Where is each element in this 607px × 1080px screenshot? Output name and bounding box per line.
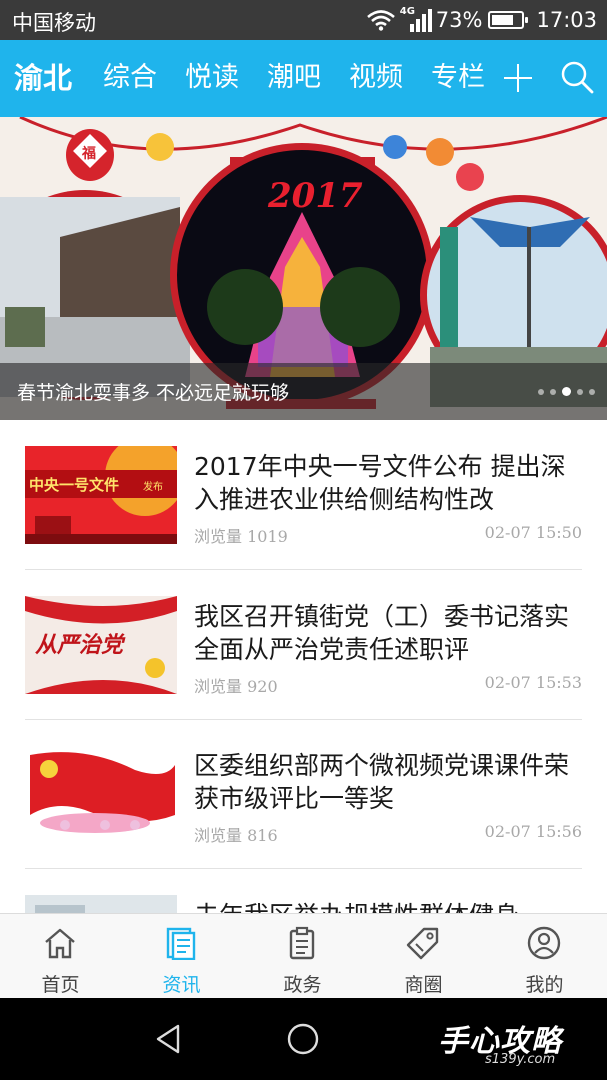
- news-item[interactable]: 从严治党 我区召开镇街党（工）委书记落实全面从严治党责任述职评 浏览量 920 …: [25, 570, 582, 720]
- clock: 17:03: [536, 8, 597, 32]
- carousel-dot: [538, 388, 544, 395]
- search-icon[interactable]: [560, 60, 594, 94]
- tag-icon: [406, 927, 439, 960]
- bottom-tab-label: 资讯: [162, 974, 201, 996]
- carousel-indicator: [538, 387, 595, 396]
- carrier-name: 中国移动: [12, 11, 96, 35]
- status-bar: 中国移动 4G 73% 17:03: [0, 0, 607, 40]
- watermark-logo: 手心攻略 s139y.com: [430, 1012, 600, 1072]
- bottom-tab-label: 首页: [41, 974, 80, 996]
- news-thumbnail: [25, 745, 177, 843]
- watermark-url: s139y.com: [485, 1052, 556, 1067]
- news-item[interactable]: 区委组织部两个微视频党课课件荣获市级评比一等奖 浏览量 816 02-07 15…: [25, 719, 582, 869]
- news-title[interactable]: 我区召开镇街党（工）委书记落实全面从严治党责任述职评: [194, 600, 586, 666]
- carousel-dot: [550, 388, 556, 395]
- news-thumbnail: 从严治党: [25, 596, 177, 694]
- status-icons: 4G 73% 17:03: [366, 6, 597, 34]
- bottom-tab-news[interactable]: 资讯: [121, 914, 242, 999]
- news-thumbnail: [25, 895, 177, 913]
- news-title[interactable]: 区委组织部两个微视频党课课件荣获市级评比一等奖: [194, 749, 586, 815]
- news-view-count: 浏览量 1019: [194, 527, 288, 546]
- news-timestamp: 02-07 15:53: [484, 673, 582, 692]
- news-item[interactable]: 去年我区举办规模性群体健身: [25, 869, 582, 913]
- tab-video[interactable]: 视频: [349, 60, 403, 96]
- banner-year-text: 2017: [267, 176, 363, 216]
- banner-title[interactable]: 春节渝北耍事多 不必远足就玩够: [17, 378, 289, 405]
- tab-column[interactable]: 专栏: [431, 60, 485, 96]
- news-timestamp: 02-07 15:50: [484, 523, 582, 542]
- user-icon: [527, 926, 561, 960]
- bottom-tab-label: 我的: [525, 974, 564, 996]
- tab-reading[interactable]: 悦读: [185, 60, 239, 96]
- news-title[interactable]: 去年我区举办规模性群体健身: [194, 899, 586, 913]
- tab-trend[interactable]: 潮吧: [267, 60, 321, 96]
- news-timestamp: 02-07 15:56: [484, 822, 582, 841]
- fu-seal-text: 福: [81, 145, 96, 162]
- bottom-tab-business[interactable]: 商圈: [363, 914, 484, 999]
- news-view-count: 浏览量 920: [194, 677, 278, 696]
- bottom-tab-label: 商圈: [404, 974, 443, 996]
- battery-icon: [488, 11, 529, 29]
- news-view-count: 浏览量 816: [194, 826, 278, 845]
- home-icon: [45, 928, 75, 959]
- carousel-dot: [589, 388, 595, 395]
- tab-general[interactable]: 综合: [103, 60, 157, 96]
- news-icon: [166, 927, 196, 960]
- tab-yubei[interactable]: 渝北: [14, 60, 72, 96]
- clipboard-icon: [289, 926, 315, 960]
- news-title[interactable]: 2017年中央一号文件公布 提出深入推进农业供给侧结构性改: [194, 450, 586, 516]
- news-item[interactable]: 中央一号文件 发布 2017年中央一号文件公布 提出深入推进农业供给侧结构性改 …: [25, 420, 582, 570]
- top-nav: 渝北 综合 悦读 潮吧 视频 专栏: [0, 40, 607, 117]
- back-icon[interactable]: [152, 1022, 186, 1056]
- thumb-caption: 中央一号文件: [29, 476, 119, 494]
- bottom-tab-profile[interactable]: 我的: [484, 914, 605, 999]
- thumb-caption: 从严治党: [35, 632, 126, 658]
- carousel-dot-active: [562, 387, 571, 396]
- banner-caption-bar: 春节渝北耍事多 不必远足就玩够: [0, 363, 607, 420]
- bottom-tab-home[interactable]: 首页: [0, 914, 121, 999]
- banner-carousel[interactable]: 2017 福 春节渝北耍事多 不必远足就玩够: [0, 117, 607, 420]
- home-button-icon[interactable]: [286, 1022, 320, 1056]
- carousel-dot: [577, 388, 583, 395]
- system-navigation-bar: 手心攻略 s139y.com: [0, 998, 607, 1080]
- bottom-tab-label: 政务: [283, 974, 322, 996]
- bottom-tab-bar: 首页 资讯 政务 商圈 我的: [0, 913, 607, 998]
- news-list: 中央一号文件 发布 2017年中央一号文件公布 提出深入推进农业供给侧结构性改 …: [0, 420, 607, 913]
- bottom-tab-government[interactable]: 政务: [242, 914, 363, 999]
- battery-percent: 73%: [435, 8, 483, 32]
- thumb-caption-sub: 发布: [143, 480, 163, 493]
- news-thumbnail: 中央一号文件 发布: [25, 446, 177, 544]
- cellular-signal-icon: 4G: [400, 6, 432, 32]
- wifi-icon: [366, 10, 395, 31]
- plus-icon[interactable]: [502, 62, 534, 94]
